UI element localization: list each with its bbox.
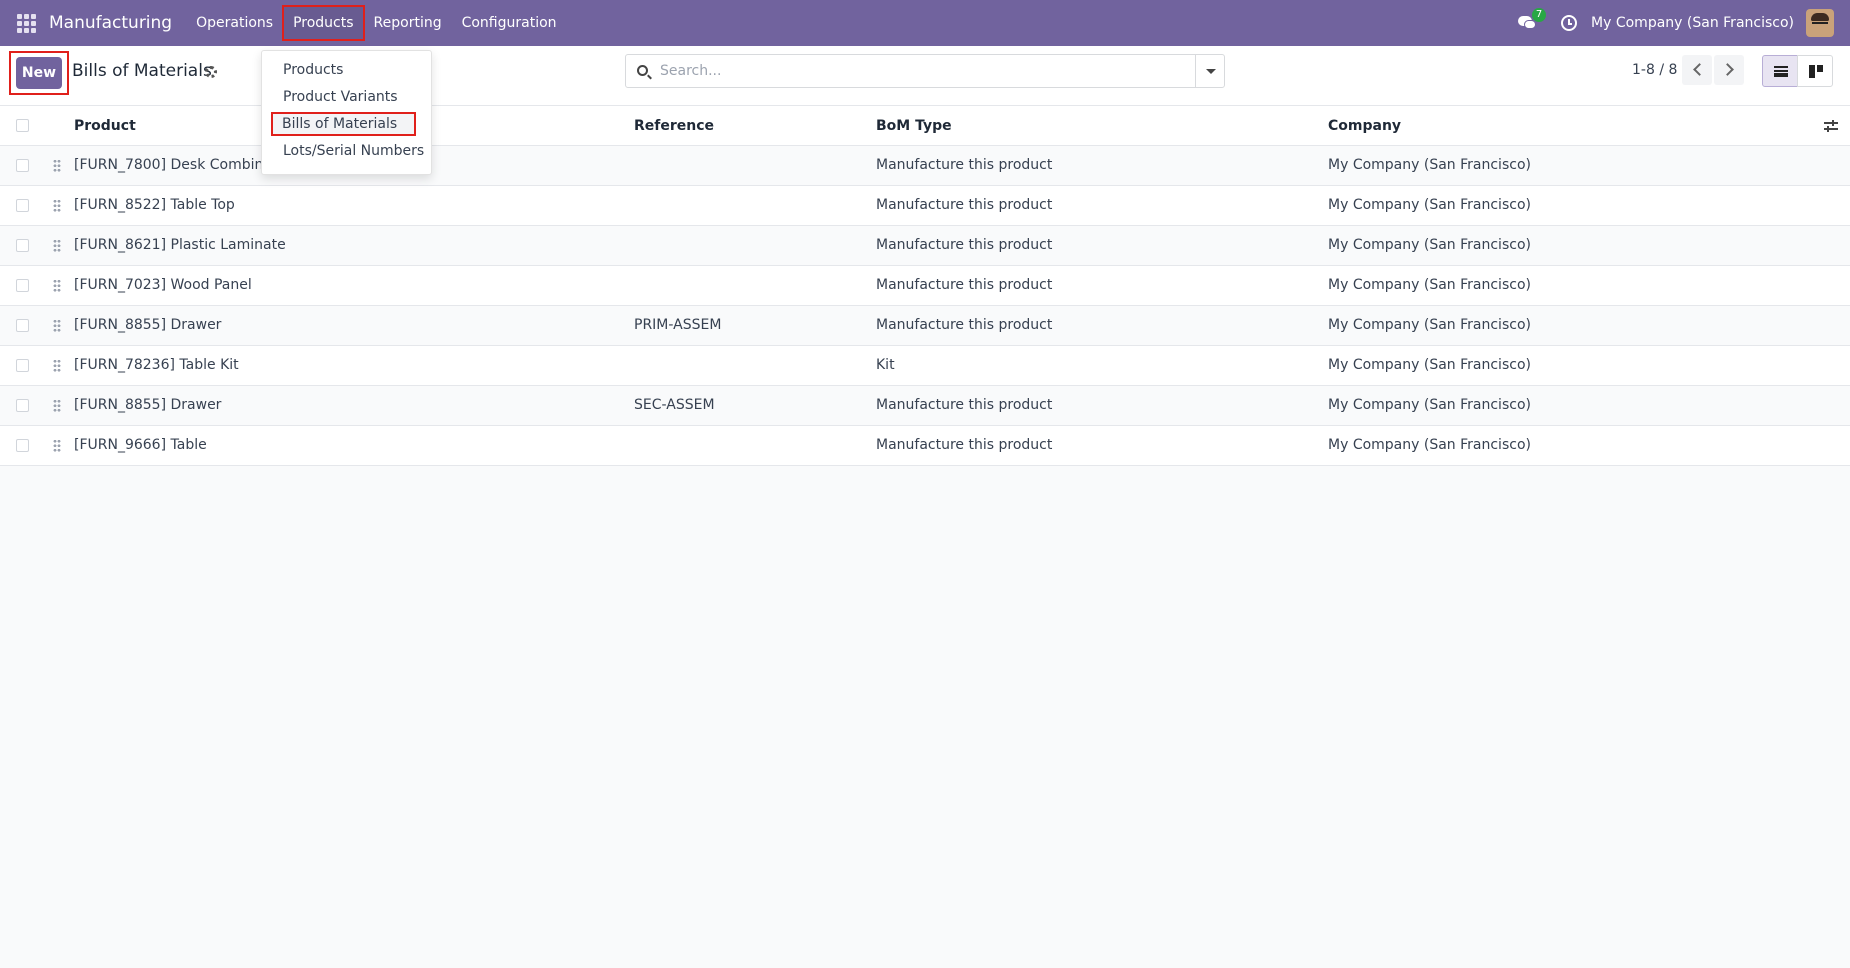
cell-product: [FURN_78236] Table Kit xyxy=(74,357,239,373)
cell-company: My Company (San Francisco) xyxy=(1328,197,1531,213)
menu-configuration[interactable]: Configuration xyxy=(452,6,567,40)
cell-company: My Company (San Francisco) xyxy=(1328,157,1531,173)
cell-product: [FURN_7023] Wood Panel xyxy=(74,277,252,293)
cell-company: My Company (San Francisco) xyxy=(1328,437,1531,453)
table-row[interactable]: [FURN_8855] Drawer PRIM-ASSEM Manufactur… xyxy=(0,306,1850,346)
row-checkbox[interactable] xyxy=(16,279,29,292)
table-row[interactable]: [FURN_8621] Plastic Laminate Manufacture… xyxy=(0,226,1850,266)
dropdown-item-products[interactable]: Products xyxy=(283,62,343,78)
cell-product: [FURN_8621] Plastic Laminate xyxy=(74,237,286,253)
cell-product: [FURN_8855] Drawer xyxy=(74,397,222,413)
cell-company: My Company (San Francisco) xyxy=(1328,277,1531,293)
row-checkbox[interactable] xyxy=(16,399,29,412)
pager-next-button[interactable] xyxy=(1714,55,1744,85)
cell-bom-type: Kit xyxy=(876,357,895,373)
cell-reference: SEC-ASSEM xyxy=(634,397,715,413)
optional-columns-icon[interactable] xyxy=(1824,120,1838,132)
app-name[interactable]: Manufacturing xyxy=(49,13,172,33)
row-checkbox[interactable] xyxy=(16,359,29,372)
cell-reference: PRIM-ASSEM xyxy=(634,317,722,333)
drag-handle-icon[interactable] xyxy=(53,239,61,253)
gear-icon[interactable] xyxy=(205,66,217,78)
company-switcher[interactable]: My Company (San Francisco) xyxy=(1591,15,1794,31)
menu-reporting[interactable]: Reporting xyxy=(364,6,452,40)
top-navbar: Manufacturing Operations Products Report… xyxy=(0,0,1850,46)
products-dropdown-menu: Products Product Variants Bills of Mater… xyxy=(261,50,432,175)
cell-bom-type: Manufacture this product xyxy=(876,317,1053,333)
page-title: Bills of Materials xyxy=(72,61,212,81)
user-avatar[interactable] xyxy=(1806,9,1834,37)
cell-company: My Company (San Francisco) xyxy=(1328,237,1531,253)
drag-handle-icon[interactable] xyxy=(53,439,61,453)
cell-bom-type: Manufacture this product xyxy=(876,197,1053,213)
list-view-icon xyxy=(1774,66,1788,77)
cell-product: [FURN_8855] Drawer xyxy=(74,317,222,333)
activity-clock-icon[interactable] xyxy=(1561,15,1578,31)
list-view-button[interactable] xyxy=(1762,55,1798,87)
cell-bom-type: Manufacture this product xyxy=(876,157,1053,173)
dropdown-item-bills-of-materials[interactable]: Bills of Materials xyxy=(271,112,416,136)
drag-handle-icon[interactable] xyxy=(53,399,61,413)
row-checkbox[interactable] xyxy=(16,159,29,172)
menu-products[interactable]: Products xyxy=(282,5,365,41)
dropdown-item-lots-serial-numbers[interactable]: Lots/Serial Numbers xyxy=(283,143,424,159)
cell-bom-type: Manufacture this product xyxy=(876,277,1053,293)
table-row[interactable]: [FURN_7023] Wood Panel Manufacture this … xyxy=(0,266,1850,306)
select-all-checkbox[interactable] xyxy=(16,119,29,132)
chevron-left-icon xyxy=(1693,63,1706,76)
chevron-right-icon xyxy=(1721,63,1734,76)
table-row[interactable]: [FURN_8855] Drawer SEC-ASSEM Manufacture… xyxy=(0,386,1850,426)
new-button[interactable]: New xyxy=(16,57,62,89)
column-header-reference[interactable]: Reference xyxy=(634,118,714,134)
column-header-company[interactable]: Company xyxy=(1328,118,1401,134)
cell-company: My Company (San Francisco) xyxy=(1328,397,1531,413)
new-button-highlight: New xyxy=(9,51,69,95)
cell-company: My Company (San Francisco) xyxy=(1328,317,1531,333)
drag-handle-icon[interactable] xyxy=(53,359,61,373)
search-options-toggle[interactable] xyxy=(1195,55,1224,87)
table-row[interactable]: [FURN_9666] Table Manufacture this produ… xyxy=(0,426,1850,466)
menu-operations[interactable]: Operations xyxy=(186,6,283,40)
chat-badge: 7 xyxy=(1532,8,1547,22)
cell-product: [FURN_7800] Desk Combinati xyxy=(74,157,282,173)
pager-previous-button[interactable] xyxy=(1682,55,1712,85)
search-icon xyxy=(637,65,648,76)
apps-grid-icon[interactable] xyxy=(16,13,36,33)
search-input[interactable] xyxy=(660,61,1200,81)
cell-bom-type: Manufacture this product xyxy=(876,437,1053,453)
drag-handle-icon[interactable] xyxy=(53,159,61,173)
table-body: [FURN_7800] Desk Combinati Manufacture t… xyxy=(0,146,1850,466)
row-checkbox[interactable] xyxy=(16,199,29,212)
pager-value[interactable]: 1-8 / 8 xyxy=(1632,62,1677,78)
drag-handle-icon[interactable] xyxy=(53,279,61,293)
dropdown-item-product-variants[interactable]: Product Variants xyxy=(283,89,398,105)
cell-product: [FURN_8522] Table Top xyxy=(74,197,235,213)
cell-bom-type: Manufacture this product xyxy=(876,397,1053,413)
table-row[interactable]: [FURN_78236] Table Kit Kit My Company (S… xyxy=(0,346,1850,386)
row-checkbox[interactable] xyxy=(16,239,29,252)
cell-product: [FURN_9666] Table xyxy=(74,437,207,453)
kanban-view-icon xyxy=(1809,65,1823,78)
column-header-product[interactable]: Product xyxy=(74,118,136,134)
table-row[interactable]: [FURN_8522] Table Top Manufacture this p… xyxy=(0,186,1850,226)
column-header-bom-type[interactable]: BoM Type xyxy=(876,118,952,134)
chat-icon[interactable]: 7 xyxy=(1517,8,1547,33)
navbar-systray: 7 My Company (San Francisco) xyxy=(1517,0,1850,46)
row-checkbox[interactable] xyxy=(16,319,29,332)
drag-handle-icon[interactable] xyxy=(53,319,61,333)
kanban-view-button[interactable] xyxy=(1797,55,1833,87)
drag-handle-icon[interactable] xyxy=(53,199,61,213)
row-checkbox[interactable] xyxy=(16,439,29,452)
cell-company: My Company (San Francisco) xyxy=(1328,357,1531,373)
search-box xyxy=(625,54,1225,88)
cell-bom-type: Manufacture this product xyxy=(876,237,1053,253)
